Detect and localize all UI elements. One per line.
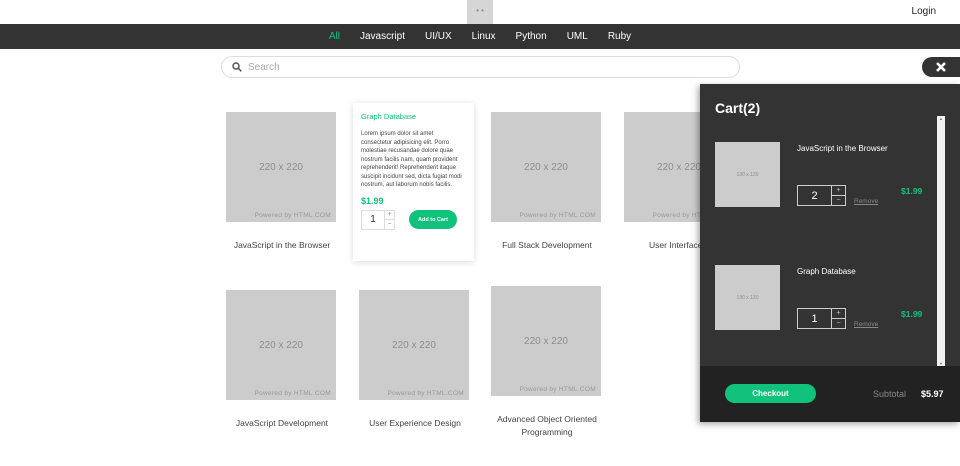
- product-description: Lorem ipsum dolor sit amet consectetur a…: [361, 131, 462, 188]
- purchase-row: 1 + − Add to Cart: [361, 209, 466, 230]
- increment-button[interactable]: +: [831, 309, 845, 319]
- product-title: JavaScript Development: [235, 418, 329, 428]
- cart-item: 130 x 130 JavaScript in the Browser 2 + …: [715, 142, 935, 212]
- expanded-product-card: Graph Database Lorem ipsum dolor sit ame…: [353, 103, 474, 261]
- remove-link[interactable]: Remove: [854, 321, 878, 328]
- increment-button[interactable]: +: [384, 210, 394, 220]
- product-card[interactable]: 220 x 220 Powered by HTML.COM JavaScript…: [226, 112, 338, 252]
- close-cart-button[interactable]: [922, 57, 960, 77]
- category-nav: All Javascript UI/UX Linux Python UML Ru…: [0, 24, 960, 49]
- cart-scrollbar[interactable]: [937, 116, 945, 366]
- quantity-value[interactable]: 2: [798, 186, 831, 205]
- page: • • Login All Javascript UI/UX Linux Pyt…: [0, 0, 960, 466]
- top-bar: • • Login: [0, 0, 960, 24]
- image-size-label: 220 x 220: [259, 161, 303, 173]
- cart-panel: Cart(2) 130 x 130 JavaScript in the Brow…: [700, 84, 960, 422]
- product-title: Graph Database: [361, 112, 417, 121]
- decrement-button[interactable]: −: [831, 319, 845, 328]
- product-image: 220 x 220 Powered by HTML.COM: [359, 290, 469, 400]
- nav-item-python[interactable]: Python: [506, 31, 557, 42]
- cart-item: 130 x 130 Graph Database 1 + − Remove $1…: [715, 265, 935, 335]
- login-link[interactable]: Login: [912, 6, 936, 17]
- cart-title: Cart(2): [715, 100, 761, 116]
- nav-item-uiux[interactable]: UI/UX: [415, 31, 462, 42]
- product-card[interactable]: 220 x 220 Powered by HTML.COM Full Stack…: [491, 112, 603, 252]
- image-size-label: 220 x 220: [392, 339, 436, 351]
- cart-item-price: $1.99: [901, 186, 923, 196]
- subtotal-value: $5.97: [921, 389, 944, 399]
- drag-handle[interactable]: • •: [467, 0, 493, 24]
- nav-item-all[interactable]: All: [319, 31, 350, 42]
- image-size-label: 220 x 220: [524, 335, 568, 347]
- image-credit: Powered by HTML.COM: [519, 212, 596, 219]
- image-credit: Powered by HTML.COM: [387, 390, 464, 397]
- product-card[interactable]: 220 x 220 Powered by HTML.COM User Exper…: [359, 290, 471, 430]
- image-credit: Powered by HTML.COM: [254, 390, 331, 397]
- nav-item-linux[interactable]: Linux: [462, 31, 506, 42]
- cart-item-price: $1.99: [901, 309, 923, 319]
- quantity-value[interactable]: 1: [798, 309, 831, 328]
- remove-link[interactable]: Remove: [854, 198, 878, 205]
- quantity-value[interactable]: 1: [362, 211, 384, 229]
- increment-button[interactable]: +: [831, 186, 845, 196]
- quantity-stepper: 1 + −: [797, 308, 846, 329]
- product-image: 220 x 220 Powered by HTML.COM: [226, 290, 336, 400]
- search-icon: [232, 62, 242, 72]
- image-credit: Powered by HTML.COM: [519, 386, 596, 393]
- search-input[interactable]: [248, 61, 728, 73]
- cart-item-name: JavaScript in the Browser: [797, 144, 888, 153]
- stepper-buttons: + −: [831, 309, 845, 328]
- stepper-buttons: + −: [384, 210, 394, 229]
- image-size-label: 220 x 220: [524, 161, 568, 173]
- checkout-button[interactable]: Checkout: [725, 384, 816, 403]
- product-card[interactable]: 220 x 220 Powered by HTML.COM JavaScript…: [226, 290, 338, 430]
- nav-item-uml[interactable]: UML: [557, 31, 598, 42]
- search-bar: [221, 56, 740, 78]
- cart-footer: Checkout Subtotal $5.97: [700, 366, 960, 422]
- product-title: JavaScript in the Browser: [233, 240, 331, 250]
- cart-item-image: 130 x 130: [715, 265, 780, 330]
- cart-item-name: Graph Database: [797, 267, 856, 276]
- product-title: User Experience Design: [369, 418, 461, 428]
- product-image: 220 x 220 Powered by HTML.COM: [226, 112, 336, 222]
- subtotal-label: Subtotal: [873, 389, 907, 399]
- product-card[interactable]: 220 x 220 Powered by HTML.COM Advanced O…: [491, 286, 603, 439]
- nav-item-javascript[interactable]: Javascript: [350, 31, 415, 42]
- image-credit: Powered by HTML.COM: [254, 212, 331, 219]
- quantity-stepper: 1 + −: [361, 209, 395, 230]
- decrement-button[interactable]: −: [384, 220, 394, 229]
- product-title: Full Stack Development: [502, 240, 592, 250]
- cart-item-image: 130 x 130: [715, 142, 780, 207]
- nav-item-ruby[interactable]: Ruby: [598, 31, 641, 42]
- image-size-label: 220 x 220: [657, 161, 701, 173]
- product-image: 220 x 220 Powered by HTML.COM: [491, 112, 601, 222]
- product-image: 220 x 220 Powered by HTML.COM: [491, 286, 601, 396]
- product-price: $1.99: [361, 195, 384, 206]
- stepper-buttons: + −: [831, 186, 845, 205]
- add-to-cart-button[interactable]: Add to Cart: [409, 210, 457, 229]
- close-icon: [936, 62, 946, 72]
- decrement-button[interactable]: −: [831, 196, 845, 205]
- product-title: Advanced Object Oriented Programming: [497, 414, 597, 437]
- image-size-label: 220 x 220: [259, 339, 303, 351]
- quantity-stepper: 2 + −: [797, 185, 846, 206]
